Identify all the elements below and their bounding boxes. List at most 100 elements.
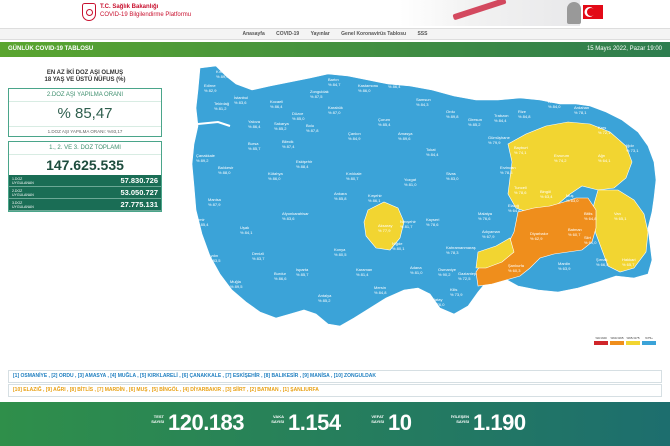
map-city-label[interactable]: Şırnak% 66,5 (596, 257, 608, 267)
map-city-label[interactable]: Iğdır% 73,1 (626, 143, 638, 153)
map-city-label[interactable]: Nevşehir% 81,7 (400, 219, 416, 229)
map-city-label[interactable]: Tekirdağ% 81,2 (214, 101, 229, 111)
map-city-label[interactable]: Aksaray% 77,9 (378, 223, 392, 233)
map-city-label[interactable]: Hatay% 76,0 (432, 297, 444, 307)
map-city-label[interactable]: İstanbul% 83,6 (234, 95, 248, 105)
map-city-label[interactable]: Kahramanmaraş% 78,3 (446, 245, 476, 255)
map-city-label[interactable]: Ardahan% 78,1 (574, 105, 589, 115)
map-city-label[interactable]: Adana% 81,0 (410, 265, 422, 275)
map-city-label[interactable]: Elazığ% 64,6 (508, 203, 520, 213)
map-city-label[interactable]: Tunceli% 78,6 (514, 185, 527, 195)
map-city-label[interactable]: Erzurum% 74,2 (554, 153, 569, 163)
map-city-label[interactable]: Yozgat% 81,0 (404, 177, 416, 187)
map-city-label[interactable]: Kocaeli% 86,4 (270, 99, 283, 109)
brand-line2: COVID-19 Bilgilendirme Platformu (100, 12, 192, 18)
map-city-label[interactable]: Bayburt% 74,1 (514, 145, 528, 155)
map-city-label[interactable]: Denizli% 83,7 (252, 251, 264, 261)
map-city-label[interactable]: Çorum% 85,4 (378, 117, 390, 127)
map-city-label[interactable]: Muş% 63,0 (566, 193, 579, 203)
map-city-label[interactable]: Hakkari% 65,7 (622, 257, 636, 267)
map-city-label[interactable]: Gümüşhane% 79,9 (488, 135, 510, 145)
map-city-label[interactable]: Afyonkarahisar% 83,6 (282, 211, 309, 221)
map-city-label[interactable]: Şanlıurfa% 60,3 (508, 263, 524, 273)
page-title: GÜNLÜK COVID-19 TABLOSU (8, 46, 94, 52)
nav-item-covid19[interactable]: COVID-19 (276, 31, 299, 37)
map-city-label[interactable]: Zonguldak% 87,5 (310, 89, 329, 99)
city-percent: % 63,0 (566, 197, 579, 203)
map-city-label[interactable]: Mardin% 63,9 (558, 261, 570, 271)
map-city-label[interactable]: Uşak% 84,1 (240, 225, 252, 235)
nav-item-anasayfa[interactable]: Anasayfa (243, 31, 265, 37)
map-city-label[interactable]: Kırşehir% 86,1 (368, 193, 382, 203)
map-city-label[interactable]: Çanakkale% 89,2 (196, 153, 215, 163)
map-city-label[interactable]: Bingöl% 63,4 (540, 189, 552, 199)
map-city-label[interactable]: Ağrı% 64,1 (598, 153, 610, 163)
map-city-label[interactable]: Mersin% 84,8 (374, 285, 386, 295)
map-city-label[interactable]: Adıyaman% 67,9 (482, 229, 500, 239)
brand-line1: T.C. Sağlık Bakanlığı (100, 4, 159, 10)
city-percent: % 65,7 (622, 261, 635, 267)
map-city-label[interactable]: Gaziantep% 72,5 (458, 271, 476, 281)
map-city-label[interactable]: Siirt% 61,0 (584, 235, 596, 245)
nav-item-yayinlar[interactable]: Yayınlar (311, 31, 330, 37)
map-city-label[interactable]: Trabzon% 84,4 (494, 113, 509, 123)
city-percent: % 72,1 (598, 129, 611, 135)
city-percent: % 85,4 (196, 221, 209, 227)
city-percent: % 87,0 (328, 109, 341, 115)
map-city-label[interactable]: Van% 65,1 (614, 211, 626, 221)
map-city-label[interactable]: Karaman% 81,4 (356, 267, 372, 277)
map-city-label[interactable]: Bilecik% 87,4 (282, 139, 295, 149)
map-city-label[interactable]: Düzce% 85,0 (292, 111, 304, 121)
map-city-label[interactable]: Karabük% 87,0 (328, 105, 343, 115)
map-city-label[interactable]: Tokat% 84,4 (426, 147, 438, 157)
map-city-label[interactable]: Kırklareli% 89,4 (216, 69, 232, 79)
map-city-label[interactable]: Isparta% 85,7 (296, 267, 308, 277)
nav-item-sss[interactable]: SSS (417, 31, 427, 37)
map-city-label[interactable]: Bolu% 87,8 (306, 123, 319, 133)
map-city-label[interactable]: Sinop% 86,4 (388, 79, 400, 89)
nav-item-genel-tablo[interactable]: Genel Koronavirüs Tablosu (341, 31, 406, 37)
map-city-label[interactable]: Bitlis% 64,8 (584, 211, 596, 221)
map-city-label[interactable]: Manisa% 87,9 (208, 197, 221, 207)
map-city-label[interactable]: Osmaniye% 90,2 (438, 267, 456, 277)
map-city-label[interactable]: Bursa% 85,7 (248, 141, 260, 151)
map-city-label[interactable]: Diyarbakır% 62,9 (530, 231, 548, 241)
map-city-label[interactable]: Muğla% 89,5 (230, 279, 242, 289)
map-city-label[interactable]: Kırıkkale% 80,7 (346, 171, 362, 181)
city-percent: % 79,9 (488, 139, 501, 145)
map-city-label[interactable]: Sakarya% 85,2 (274, 121, 289, 131)
map-city-label[interactable]: İzmir% 85,4 (196, 217, 209, 227)
map-city-label[interactable]: Çankırı% 84,9 (348, 131, 361, 141)
city-percent: % 87,8 (306, 127, 319, 133)
map-city-label[interactable]: Edirne% 82,9 (204, 83, 216, 93)
map-city-label[interactable]: Kars% 72,1 (598, 125, 611, 135)
map-city-label[interactable]: Sivas% 83,0 (446, 171, 458, 181)
map-city-label[interactable]: Bartın% 84,7 (328, 77, 340, 87)
map-city-label[interactable]: Kilis% 73,9 (450, 287, 462, 297)
map-city-label[interactable]: Eskişehir% 88,4 (296, 159, 312, 169)
map-city-label[interactable]: Rize% 84,8 (518, 109, 530, 119)
map-city-label[interactable]: Amasya% 89,6 (398, 131, 412, 141)
map-city-label[interactable]: Balıkesir% 88,0 (218, 165, 233, 175)
map-city-label[interactable]: Giresun% 85,2 (468, 117, 482, 127)
map-city-label[interactable]: Yalova% 86,4 (248, 119, 260, 129)
map-city-label[interactable]: Erzincan% 78,3 (500, 165, 516, 175)
map-city-label[interactable]: Kastamonu% 86,0 (358, 83, 378, 93)
map-city-label[interactable]: Artvin% 84,0 (548, 99, 560, 109)
map-city-label[interactable]: Antalya% 85,2 (318, 293, 331, 303)
map-city-label[interactable]: Samsun% 84,3 (416, 97, 431, 107)
map-city-label[interactable]: Ordu% 89,8 (446, 109, 458, 119)
map-city-label[interactable]: Batman% 60,7 (568, 227, 582, 237)
map-city-label[interactable]: Burdur% 86,6 (274, 271, 286, 281)
map-city-label[interactable]: Malatya% 76,6 (478, 211, 492, 221)
city-percent: % 87,4 (282, 143, 295, 149)
map-city-label[interactable]: Niğde% 80,1 (392, 241, 404, 251)
map-city-label[interactable]: Ankara% 85,8 (334, 191, 347, 201)
map-city-label[interactable]: Aydın% 83,5 (208, 253, 220, 263)
map-city-label[interactable]: Kütahya% 86,0 (268, 171, 283, 181)
ministry-logo-icon[interactable] (82, 3, 96, 21)
map-city-label[interactable]: Kayseri% 78,6 (426, 217, 439, 227)
turkey-vaccination-map[interactable]: %0-%60 %60-%65 %65-%75 %75+ Edirne% 82,9… (178, 62, 668, 352)
city-percent: % 86,4 (270, 103, 283, 109)
map-city-label[interactable]: Konya% 80,5 (334, 247, 346, 257)
